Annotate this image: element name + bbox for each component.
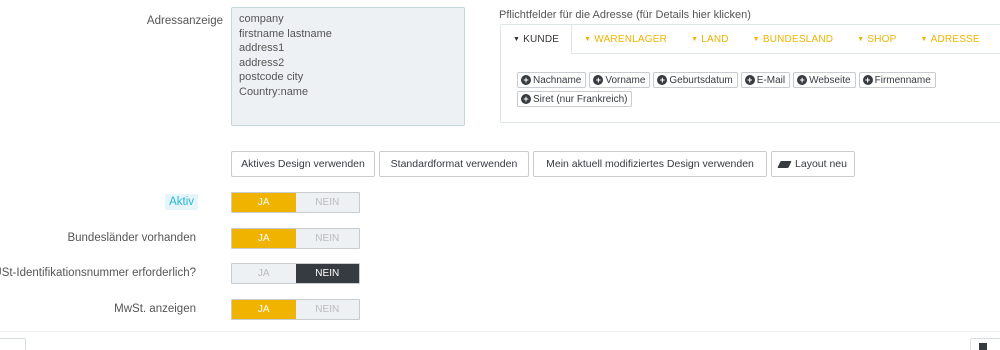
field-chip-nachname[interactable]: + Nachname (517, 72, 587, 88)
tab-shop[interactable]: ▼ SHOP (845, 25, 908, 54)
address-line: Country:name (239, 85, 309, 98)
tab-kunde[interactable]: ▼ KUNDE (501, 25, 573, 54)
caret-down-icon: ▼ (691, 36, 699, 43)
toggle-ust-id[interactable]: JA NEIN (231, 263, 360, 284)
required-fields-panel: ▼ KUNDE ▼ WARENLAGER ▼ LAND ▼ BUNDESLAND ▼ SH… (500, 24, 1000, 123)
address-line: postcode city (239, 71, 304, 84)
toggle-bundeslaender[interactable]: JA NEIN (231, 228, 360, 249)
caret-down-icon: ▼ (857, 36, 865, 43)
plus-circle-icon: + (744, 75, 755, 85)
field-chip-vorname[interactable]: + Vorname (589, 72, 651, 88)
setting-label-mwst: MwSt. anzeigen (114, 303, 196, 315)
use-active-design-button[interactable]: Aktives Design verwenden (231, 151, 375, 177)
address-line: address2 (239, 56, 285, 69)
required-fields-title-link[interactable]: Pflichtfelder für die Adresse (für Detai… (499, 9, 751, 21)
caret-down-icon: ▼ (584, 36, 592, 43)
reset-layout-button[interactable]: Layout neu (771, 151, 855, 177)
toggle-mwst[interactable]: JA NEIN (231, 299, 360, 320)
save-icon (979, 343, 987, 350)
field-chip-webseite[interactable]: + Webseite (793, 72, 856, 88)
address-line: company (239, 13, 284, 25)
footer-back-button[interactable] (0, 338, 26, 350)
toggle-yes[interactable]: JA (232, 264, 296, 283)
toggle-yes[interactable]: JA (232, 193, 296, 212)
caret-down-icon: ▼ (513, 36, 521, 43)
toggle-no[interactable]: NEIN (295, 193, 359, 212)
use-standard-format-button[interactable]: Standardformat verwenden (379, 151, 529, 177)
tab-adresse[interactable]: ▼ ADRESSE (908, 25, 991, 54)
plus-circle-icon: + (593, 75, 604, 85)
footer-save-button[interactable] (970, 338, 1000, 350)
caret-down-icon: ▼ (920, 36, 928, 43)
toggle-no[interactable]: NEIN (295, 264, 359, 283)
tab-warenlager[interactable]: ▼ WARENLAGER (572, 25, 679, 54)
field-chip-geburtsdatum[interactable]: + Geburtsdatum (653, 72, 738, 88)
field-chip-list: + Nachname + Vorname + Geburtsdatum + E-Mail… (517, 72, 987, 107)
toggle-no[interactable]: NEIN (295, 229, 359, 248)
toggle-no[interactable]: NEIN (295, 300, 359, 319)
caret-down-icon: ▼ (752, 36, 760, 43)
setting-label-aktiv: Aktiv (165, 194, 198, 210)
address-line: firstname lastname (239, 27, 332, 40)
toggle-aktiv[interactable]: JA NEIN (231, 192, 360, 213)
field-chip-email[interactable]: + E-Mail (740, 72, 791, 88)
use-modified-design-button[interactable]: Mein aktuell modifiziertes Design verwen… (533, 151, 767, 177)
plus-circle-icon: + (657, 75, 668, 85)
plus-circle-icon: + (862, 75, 873, 85)
setting-label-bundeslaender: Bundesländer vorhanden (67, 232, 196, 244)
address-format-textarea[interactable]: company firstname lastname address1 addr… (231, 7, 465, 126)
field-chip-siret[interactable]: + Siret (nur Frankreich) (517, 91, 633, 107)
address-format-label: Adressanzeige (146, 15, 223, 27)
toggle-yes[interactable]: JA (232, 229, 296, 248)
required-fields-tabs: ▼ KUNDE ▼ WARENLAGER ▼ LAND ▼ BUNDESLAND ▼ SH… (501, 25, 992, 54)
panel-footer-divider (0, 331, 1000, 332)
toggle-yes[interactable]: JA (232, 300, 296, 319)
field-chip-firmenname[interactable]: + Firmenname (858, 72, 936, 88)
eraser-icon (777, 160, 792, 168)
tab-bundesland[interactable]: ▼ BUNDESLAND (741, 25, 846, 54)
tab-land[interactable]: ▼ LAND (679, 25, 741, 54)
address-line: address1 (239, 42, 285, 55)
plus-circle-icon: + (797, 75, 808, 85)
plus-circle-icon: + (521, 75, 531, 85)
plus-circle-icon: + (521, 94, 531, 104)
setting-label-ust-id: USt-Identifikationsnummer erforderlich? (0, 267, 196, 279)
